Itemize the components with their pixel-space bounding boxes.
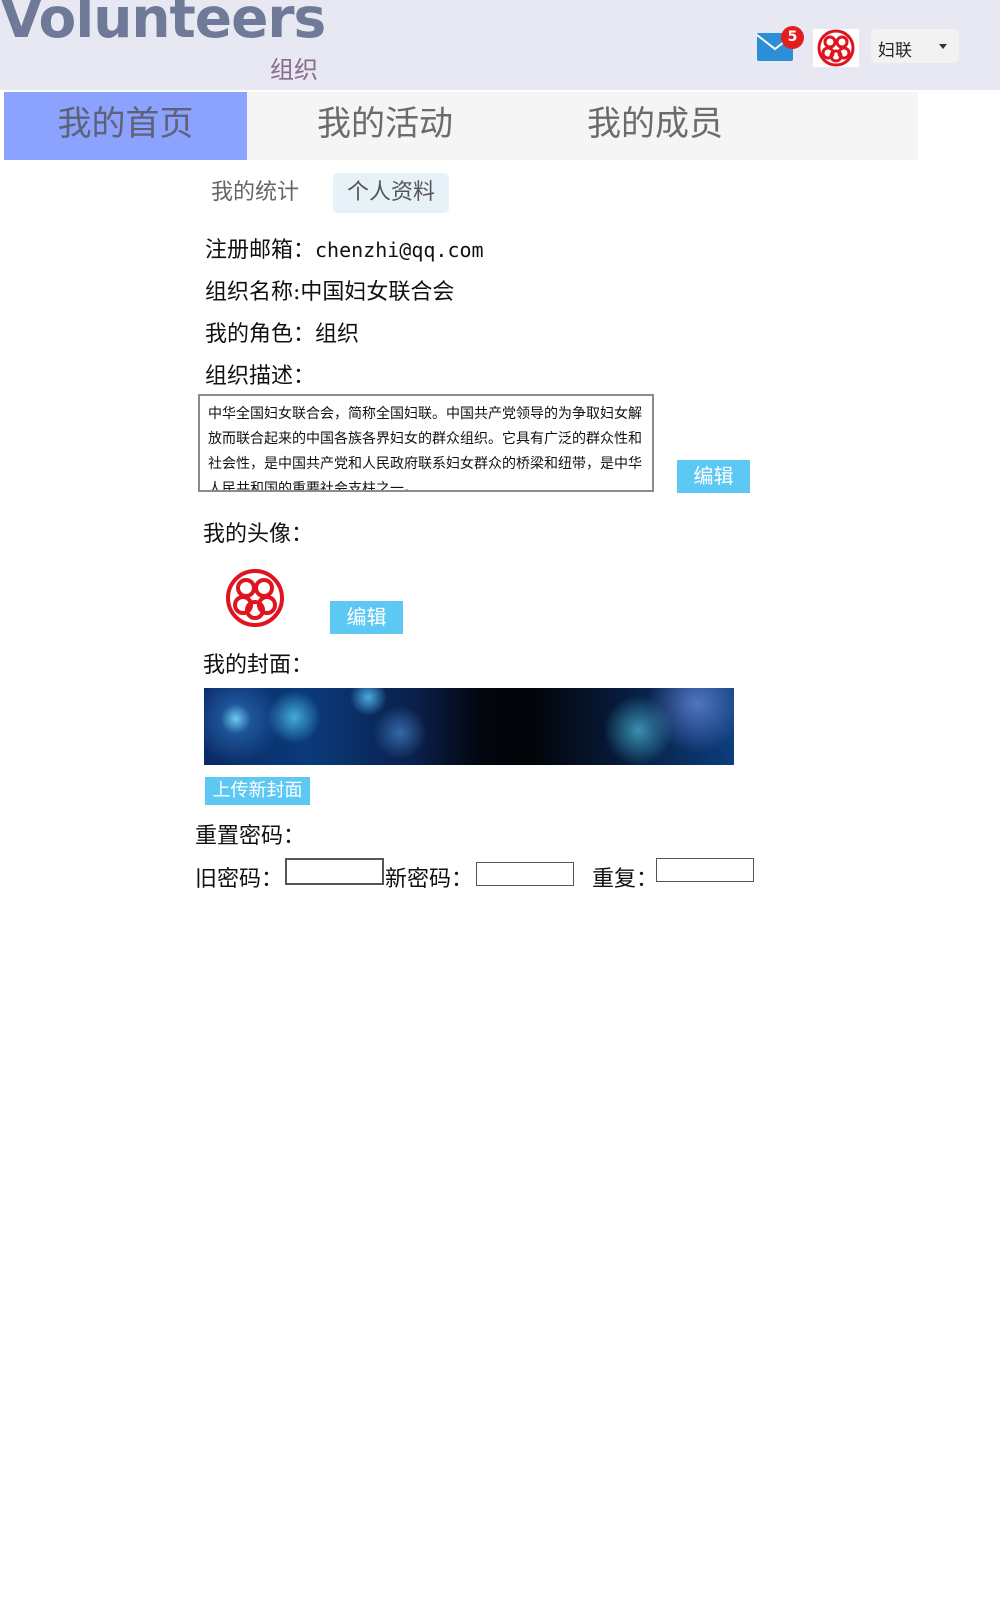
email-value: chenzhi@qq.com [315,238,484,262]
avatar-label: 我的头像： [203,522,314,547]
role-value: 组织 [315,322,360,347]
repeat-password-input[interactable] [656,858,754,882]
mail-count-badge: 5 [781,26,804,49]
brand-subtitle: 组织 [270,56,318,84]
user-logo[interactable] [813,29,859,67]
role-row: 我的角色：组织 [205,316,359,348]
org-name-label: 组织名称: [205,280,301,305]
description-label: 组织描述： [205,364,316,389]
tab-home[interactable]: 我的首页 [4,92,247,160]
avatar [226,569,284,627]
role-label: 我的角色： [205,322,316,347]
old-password-label: 旧密码： [195,867,284,892]
new-password-input[interactable] [476,862,574,886]
edit-description-button[interactable]: 编辑 [677,460,750,493]
reset-password-label: 重置密码： [195,824,306,849]
upload-cover-button[interactable]: 上传新封面 [205,777,310,805]
email-label: 注册邮箱： [205,238,316,263]
caret-down-icon [939,44,947,49]
user-dropdown[interactable]: 妇联 [871,29,959,63]
subtab-statistics[interactable]: 我的统计 [211,173,299,213]
cover-image [204,688,734,765]
repeat-password-label: 重复： [592,867,659,892]
main-nav: 我的首页 我的活动 我的成员 [4,92,918,160]
edit-avatar-button[interactable]: 编辑 [330,601,403,634]
womens-federation-logo-icon [817,29,855,67]
tab-activities[interactable]: 我的活动 [317,92,453,160]
email-row: 注册邮箱：chenzhi@qq.com [205,232,484,264]
new-password-label: 新密码： [385,867,474,892]
org-name-value: 中国妇女联合会 [300,280,455,305]
org-name-row: 组织名称:中国妇女联合会 [205,274,454,306]
header: Volunteers 组织 5 妇联 [0,0,1000,90]
description-box: 中华全国妇女联合会，简称全国妇联。中国共产党领导的为争取妇女解放而联合起来的中国… [198,394,654,492]
subtab-profile[interactable]: 个人资料 [333,173,449,213]
brand-logo-text[interactable]: Volunteers [0,0,326,50]
tab-members[interactable]: 我的成员 [587,92,723,160]
user-name: 妇联 [878,41,912,61]
page: Volunteers 组织 5 妇联 我的首页 我的活动 我的成员 我的统计 个… [0,0,1000,1600]
old-password-input[interactable] [285,858,384,885]
cover-label: 我的封面： [203,653,314,678]
